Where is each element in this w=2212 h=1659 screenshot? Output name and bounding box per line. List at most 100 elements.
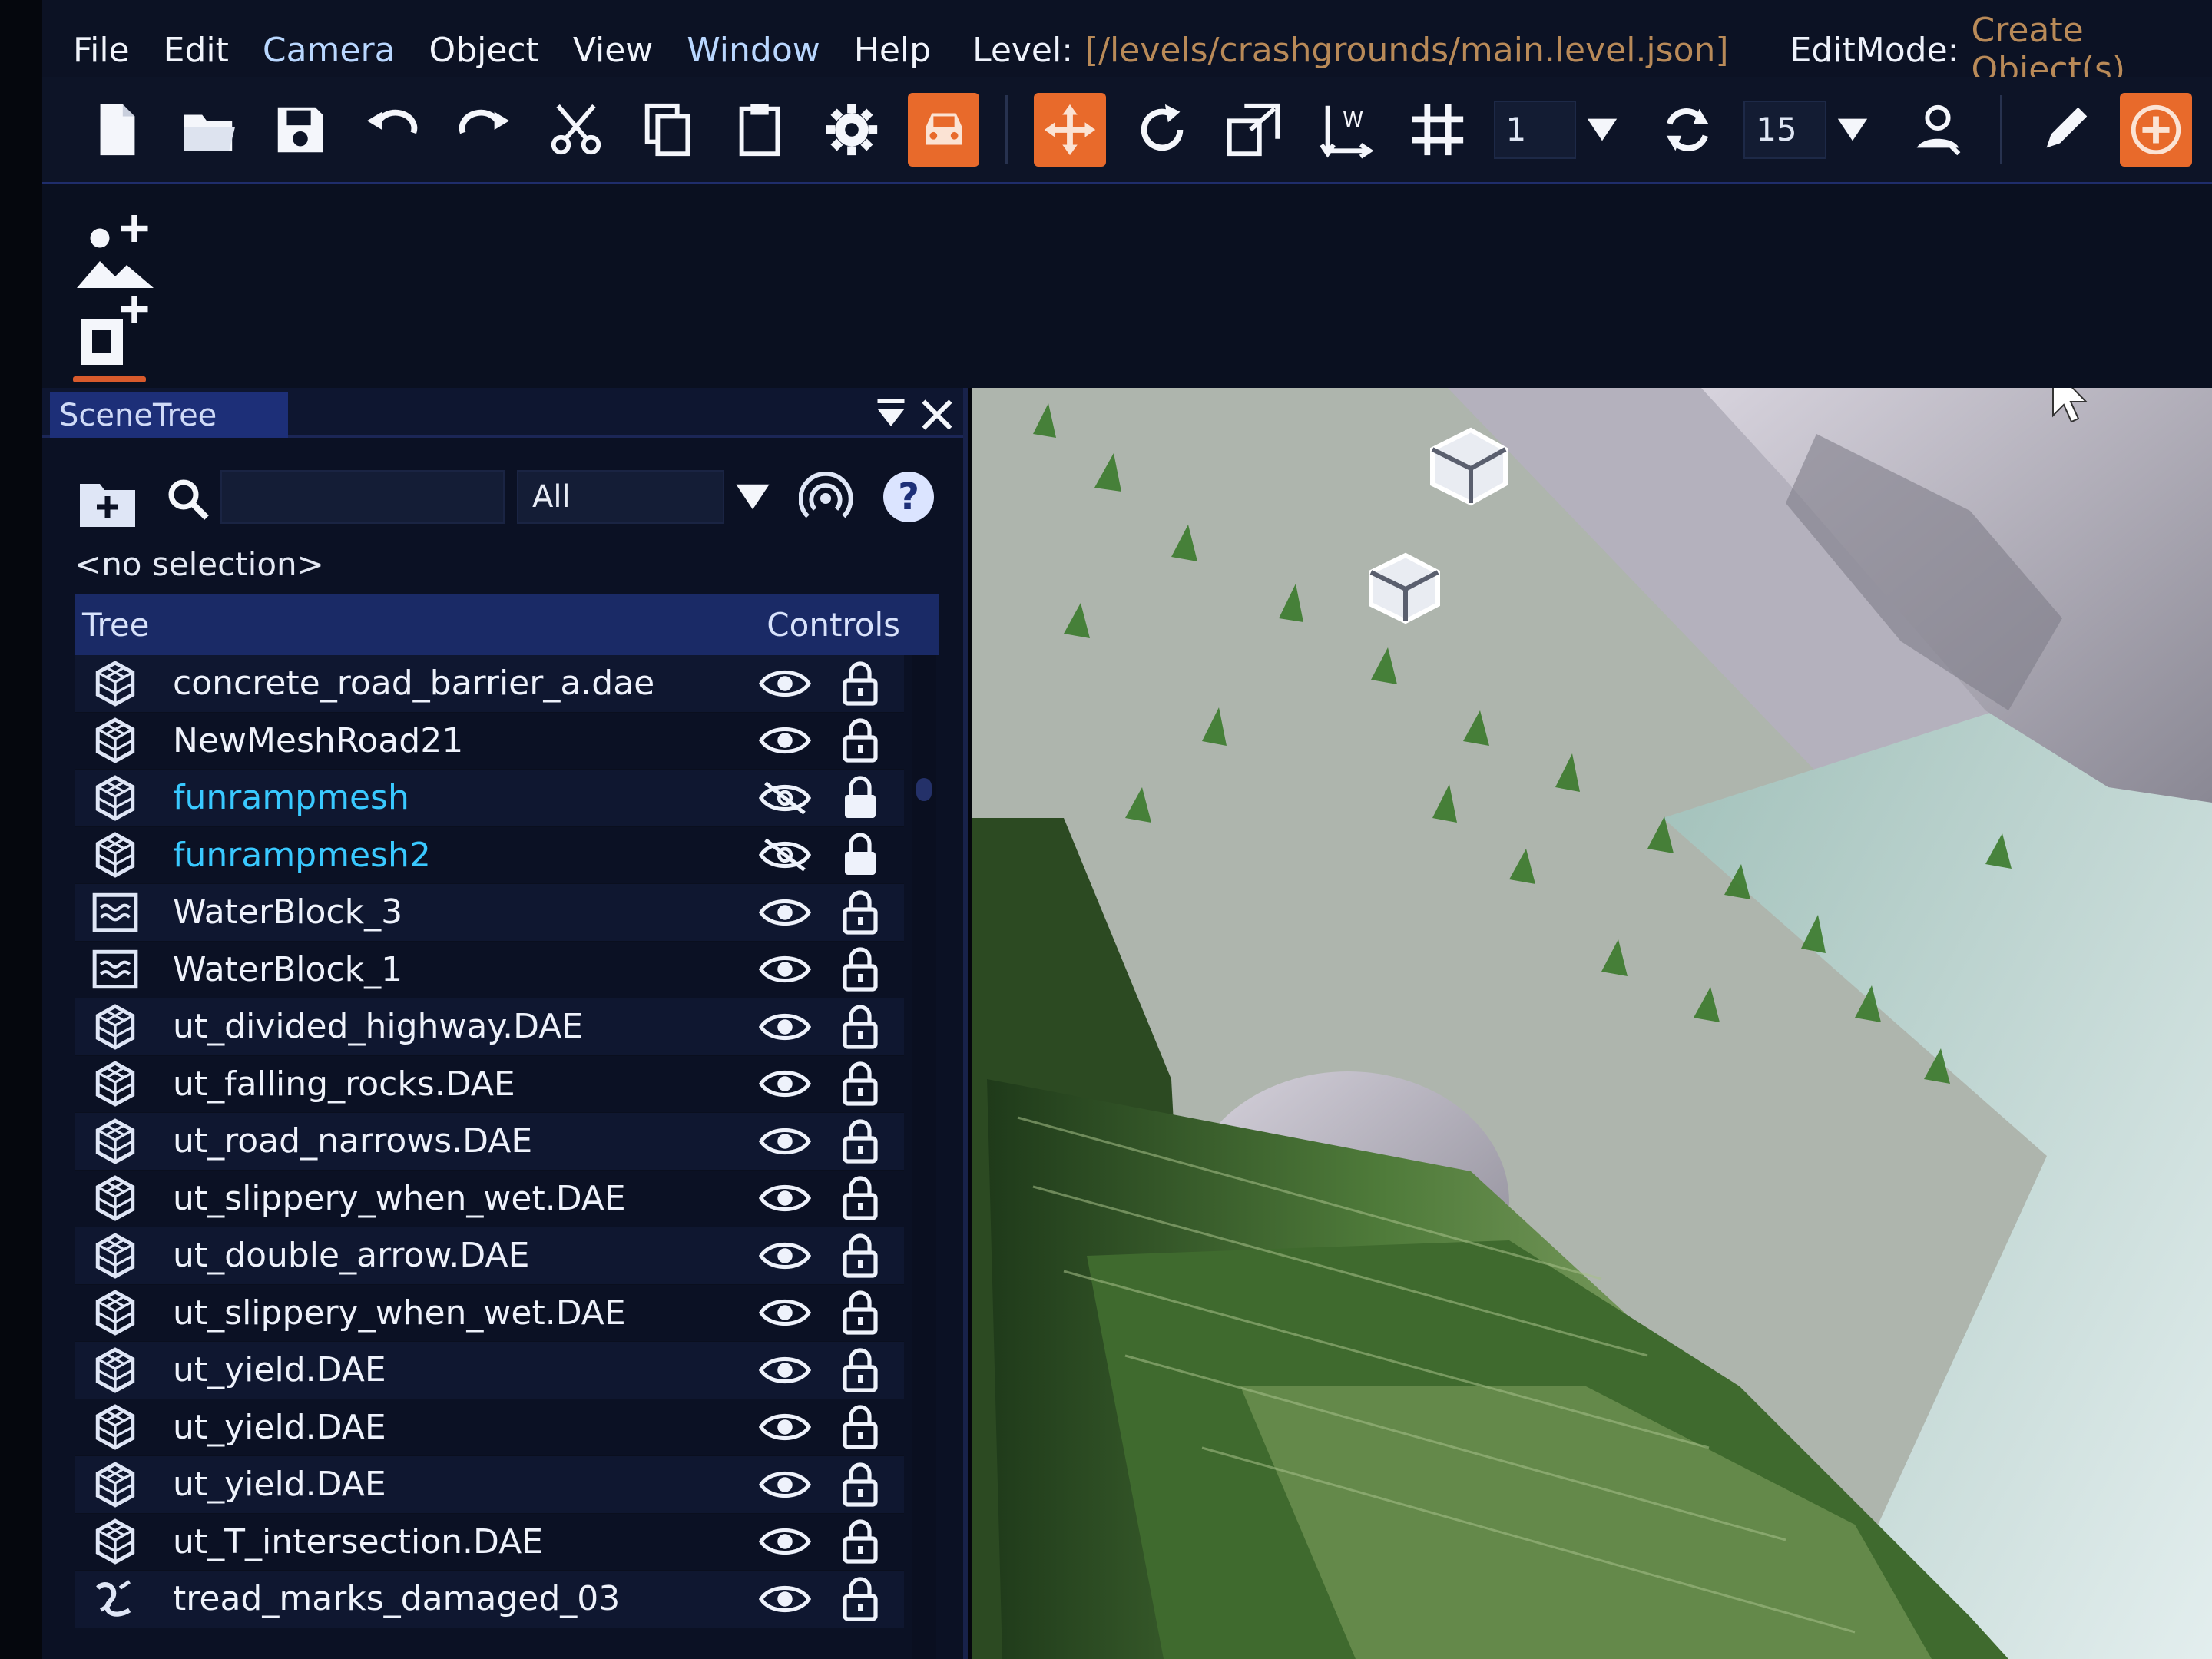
unlock-icon[interactable] (839, 889, 882, 935)
eye-icon[interactable] (758, 1179, 812, 1217)
grid-snap-dropdown[interactable] (1576, 101, 1628, 159)
unlock-icon[interactable] (839, 1290, 882, 1336)
mesh-icon (91, 1403, 139, 1451)
rotation-snap-button[interactable] (1652, 93, 1724, 167)
tab-scenetree[interactable]: SceneTree (50, 392, 288, 438)
scene-tree-row[interactable]: ut_falling_rocks.DAE (75, 1055, 904, 1113)
scene-tree-row[interactable]: ut_road_narrows.DAE (75, 1113, 904, 1171)
copy-button[interactable] (632, 93, 704, 167)
unlock-icon[interactable] (839, 1233, 882, 1279)
eye-icon[interactable] (758, 664, 812, 703)
scene-tree-row[interactable]: funrampmesh (75, 770, 904, 827)
edit-tool-button[interactable] (2028, 93, 2101, 167)
eye-icon[interactable] (758, 1293, 812, 1332)
menu-object[interactable]: Object (429, 31, 539, 70)
eye-icon[interactable] (758, 893, 812, 932)
scene-tree-row[interactable]: concrete_road_barrier_a.dae (75, 655, 904, 713)
menu-edit[interactable]: Edit (164, 31, 229, 70)
menu-view[interactable]: View (573, 31, 653, 70)
eye-icon[interactable] (758, 1522, 812, 1561)
menu-help[interactable]: Help (854, 31, 931, 70)
scene-tree-row[interactable]: WaterBlock_3 (75, 884, 904, 942)
rotate-tool-button[interactable] (1126, 93, 1198, 167)
scene-tree-row[interactable]: tread_marks_damaged_03 (75, 1571, 904, 1628)
lock-icon[interactable] (839, 775, 882, 821)
scene-tree-row-label: ut_T_intersection.DAE (173, 1522, 544, 1561)
panel-menu-icon[interactable] (872, 396, 910, 434)
unlock-icon[interactable] (839, 1118, 882, 1164)
scrollbar-thumb[interactable] (916, 778, 932, 801)
snap-to-terrain-button[interactable] (1902, 93, 1974, 167)
open-folder-button[interactable] (173, 93, 245, 167)
caret-down-icon[interactable] (732, 476, 773, 518)
cut-button[interactable] (540, 93, 612, 167)
rotation-snap-dropdown[interactable] (1826, 101, 1879, 159)
object-filter-select[interactable]: All (517, 470, 724, 524)
unlock-icon[interactable] (839, 1347, 882, 1393)
unlock-icon[interactable] (839, 1004, 882, 1050)
scene-tree-row[interactable]: ut_slippery_when_wet.DAE (75, 1284, 904, 1342)
eye-icon[interactable] (758, 1065, 812, 1103)
new-group-folder-icon[interactable] (77, 475, 138, 530)
undo-button[interactable] (356, 93, 429, 167)
unlock-icon[interactable] (839, 717, 882, 763)
unlock-icon[interactable] (839, 1404, 882, 1450)
settings-button[interactable] (816, 93, 888, 167)
eye-icon[interactable] (758, 1237, 812, 1275)
create-object-button[interactable] (2120, 92, 2193, 167)
unlock-icon[interactable] (839, 1518, 882, 1565)
scene-tree-row[interactable]: ut_slippery_when_wet.DAE (75, 1170, 904, 1227)
eye-icon[interactable] (758, 1351, 812, 1389)
scene-tree-row[interactable]: WaterBlock_1 (75, 941, 904, 998)
lock-icon[interactable] (839, 832, 882, 878)
scene-tree-row[interactable]: ut_yield.DAE (75, 1456, 904, 1514)
plus-circle-icon (2131, 104, 2181, 154)
save-button[interactable] (264, 93, 336, 167)
redo-button[interactable] (449, 93, 521, 167)
help-button[interactable]: ? (883, 472, 934, 522)
eye-hidden-icon[interactable] (758, 779, 812, 817)
scene-tree-row[interactable]: ut_divided_highway.DAE (75, 998, 904, 1056)
3d-viewport[interactable] (972, 388, 2212, 1659)
water-icon (91, 945, 139, 993)
close-icon[interactable] (918, 396, 956, 434)
scene-tree-scrollbar[interactable] (912, 655, 936, 1659)
unlock-icon[interactable] (839, 1462, 882, 1508)
grid-snap-input[interactable]: 1 (1493, 100, 1577, 159)
unlock-icon[interactable] (839, 1576, 882, 1622)
rotation-snap-input[interactable]: 15 (1743, 100, 1826, 159)
eye-icon[interactable] (758, 721, 812, 760)
unlock-icon[interactable] (839, 661, 882, 707)
vehicle-button[interactable] (907, 92, 980, 167)
eye-icon[interactable] (758, 950, 812, 988)
scene-tree-row[interactable]: funrampmesh2 (75, 826, 904, 884)
unlock-icon[interactable] (839, 1061, 882, 1107)
menu-camera[interactable]: Camera (263, 31, 396, 70)
scene-tree-row[interactable]: ut_yield.DAE (75, 1399, 904, 1456)
scene-tree-row[interactable]: NewMeshRoad21 (75, 712, 904, 770)
eye-hidden-icon[interactable] (758, 836, 812, 874)
menu-file[interactable]: File (73, 31, 130, 70)
scale-tool-button[interactable] (1218, 93, 1290, 167)
scene-tree-row[interactable]: ut_T_intersection.DAE (75, 1513, 904, 1571)
eye-icon[interactable] (758, 1580, 812, 1618)
eye-icon[interactable] (758, 1408, 812, 1446)
unlock-icon[interactable] (839, 946, 882, 992)
translate-tool-button[interactable] (1034, 92, 1106, 167)
scene-tree-row[interactable]: ut_yield.DAE (75, 1342, 904, 1399)
world-local-toggle-button[interactable]: W (1310, 93, 1382, 167)
eye-icon[interactable] (758, 1122, 812, 1161)
add-terrain-button[interactable] (73, 211, 157, 296)
scene-tree-row-label: tread_marks_damaged_03 (173, 1579, 621, 1619)
eye-icon[interactable] (758, 1465, 812, 1504)
eye-icon[interactable] (758, 1008, 812, 1046)
grid-snap-button[interactable] (1402, 93, 1474, 167)
add-object-button[interactable] (73, 292, 157, 376)
paste-button[interactable] (724, 93, 796, 167)
new-file-button[interactable] (81, 93, 153, 167)
scene-tree-row[interactable]: ut_double_arrow.DAE (75, 1227, 904, 1285)
scene-tree-search-input[interactable] (220, 470, 505, 524)
menu-window[interactable]: Window (687, 31, 820, 70)
broadcast-icon[interactable] (799, 472, 853, 525)
unlock-icon[interactable] (839, 1175, 882, 1221)
